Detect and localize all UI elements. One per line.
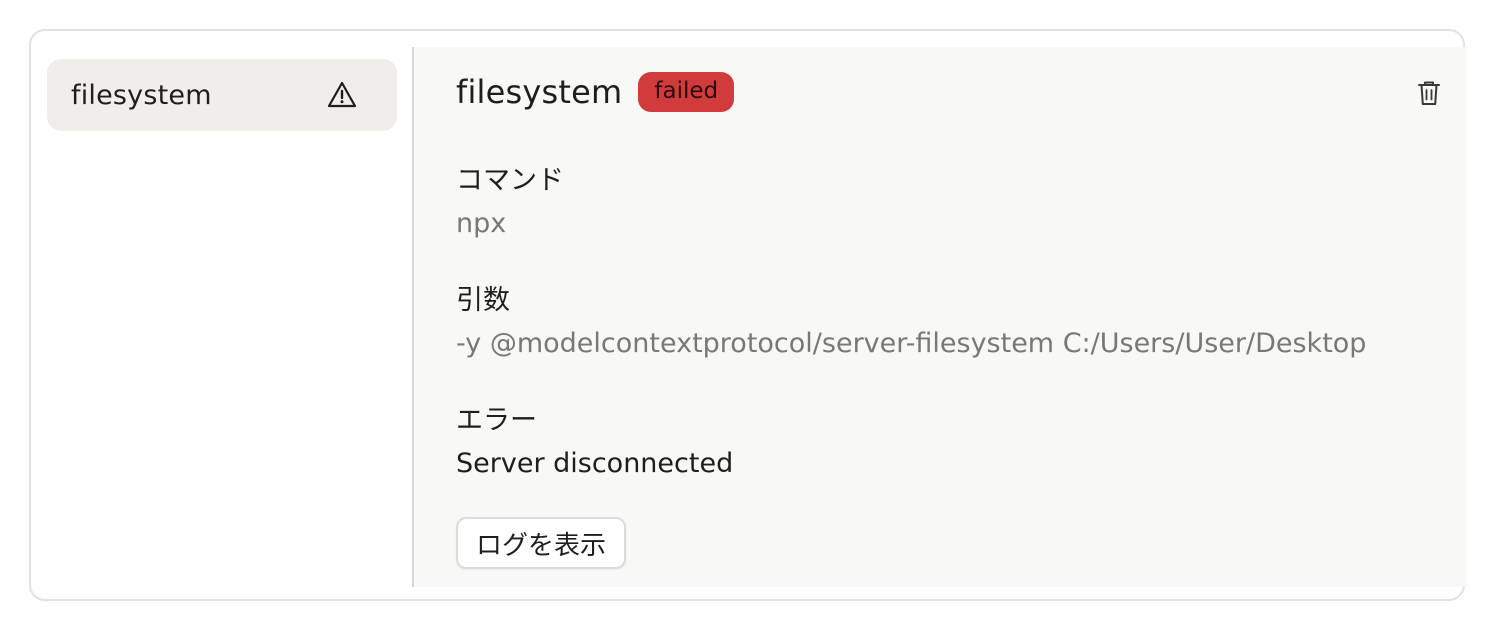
error-value: Server disconnected (456, 448, 734, 479)
server-item-filesystem[interactable]: filesystem (47, 59, 397, 131)
command-label: コマンド (456, 165, 564, 196)
error-label: エラー (456, 405, 537, 436)
trash-icon[interactable] (1416, 79, 1442, 107)
server-item-label: filesystem (71, 79, 212, 111)
server-detail-header: filesystem failed (456, 72, 735, 112)
args-label: 引数 (456, 285, 510, 316)
mcp-server-settings-panel: filesystem filesystem failed コマンド npx 引数… (29, 29, 1467, 601)
warning-triangle-icon (327, 81, 357, 108)
server-title: filesystem (456, 73, 623, 111)
server-detail: filesystem failed コマンド npx 引数 -y @modelc… (414, 47, 1467, 587)
args-value: -y @modelcontextprotocol/server-filesyst… (456, 328, 1367, 359)
status-badge: failed (638, 72, 735, 112)
show-logs-button[interactable]: ログを表示 (456, 517, 627, 569)
command-value: npx (456, 208, 507, 239)
server-list: filesystem (47, 59, 397, 131)
